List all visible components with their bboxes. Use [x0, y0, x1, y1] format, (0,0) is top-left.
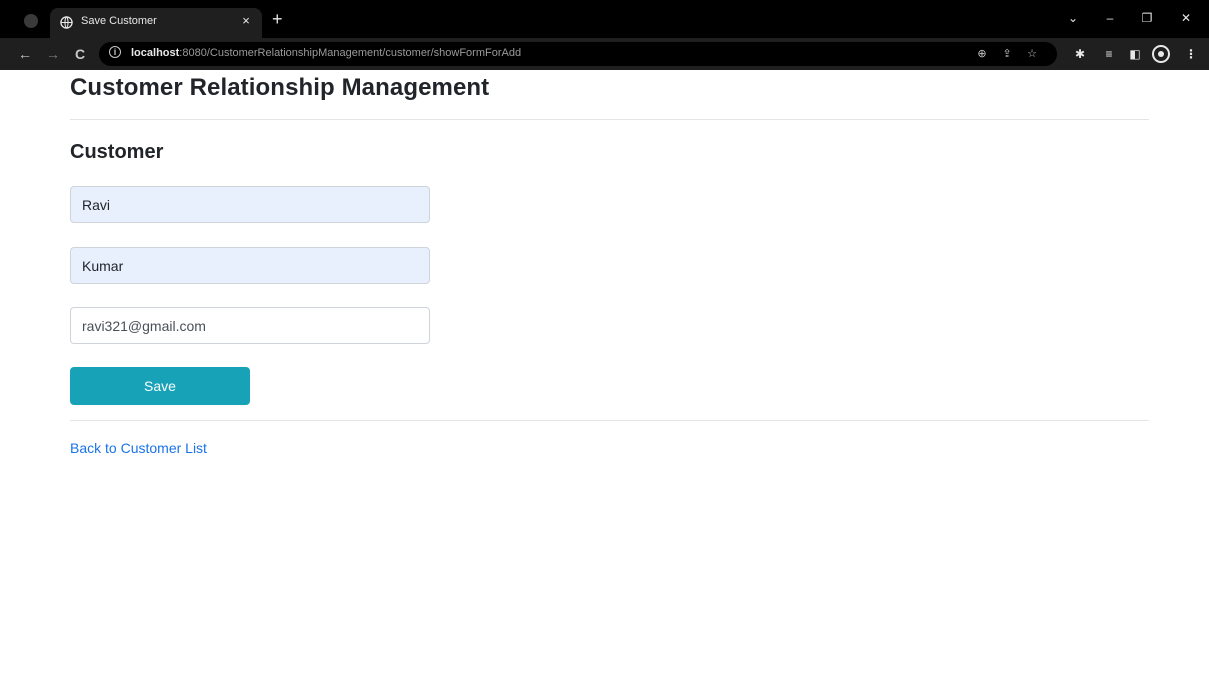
restore-icon[interactable]: ❐: [1138, 10, 1156, 26]
zoom-icon[interactable]: ⊕: [975, 46, 989, 62]
minimize-icon[interactable]: –: [1101, 10, 1119, 26]
extensions-icon[interactable]: ✱: [1072, 46, 1088, 62]
browser-menu-icon[interactable]: ⋮: [1183, 46, 1199, 62]
reload-icon[interactable]: C: [71, 45, 89, 63]
new-tab-button[interactable]: +: [272, 9, 283, 29]
site-info-icon[interactable]: i: [109, 46, 121, 58]
first-name-input[interactable]: [70, 186, 430, 223]
forward-arrow-icon[interactable]: →: [44, 45, 62, 63]
last-name-input[interactable]: [70, 247, 430, 284]
back-arrow-icon[interactable]: ←: [16, 45, 34, 63]
url-path: :8080/CustomerRelationshipManagement/cus…: [179, 47, 522, 59]
form-divider: [70, 420, 1149, 421]
url-host: localhost: [131, 47, 180, 59]
browser-toolbar: ← → C i localhost:8080/CustomerRelations…: [0, 38, 1209, 70]
email-input[interactable]: [70, 307, 430, 344]
profile-avatar-icon[interactable]: [1152, 45, 1170, 63]
section-title: Customer: [70, 141, 164, 163]
bookmark-star-icon[interactable]: ☆: [1025, 46, 1039, 62]
tab-search-icon[interactable]: ⌄: [1064, 10, 1082, 26]
save-button[interactable]: Save: [70, 367, 250, 405]
side-panel-icon[interactable]: ◧: [1127, 46, 1143, 62]
github-icon[interactable]: [24, 14, 38, 28]
page-title: Customer Relationship Management: [70, 74, 490, 101]
browser-tab-strip: Save Customer × + ⌄ – ❐ ✕: [0, 0, 1209, 38]
globe-icon: [60, 16, 73, 29]
address-bar[interactable]: i localhost:8080/CustomerRelationshipMan…: [99, 42, 1057, 66]
tab-title: Save Customer: [81, 15, 157, 27]
url-text: localhost:8080/CustomerRelationshipManag…: [131, 47, 521, 59]
reading-list-icon[interactable]: ≡: [1101, 46, 1117, 62]
back-to-customer-list-link[interactable]: Back to Customer List: [70, 440, 207, 456]
window-close-icon[interactable]: ✕: [1177, 10, 1195, 26]
close-tab-icon[interactable]: ×: [238, 13, 254, 28]
share-icon[interactable]: ⇪: [1000, 46, 1014, 62]
title-divider: [70, 119, 1149, 120]
browser-tab-save-customer[interactable]: Save Customer ×: [50, 8, 262, 38]
